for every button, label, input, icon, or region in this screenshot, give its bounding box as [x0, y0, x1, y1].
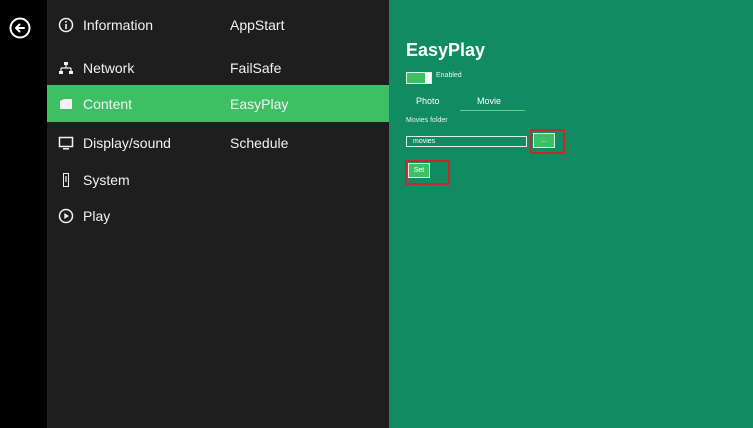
- nav-row-network: Network FailSafe: [47, 49, 389, 86]
- settings-nav: Information AppStart Network FailSafe Co…: [47, 0, 389, 428]
- set-button[interactable]: Set: [408, 163, 430, 178]
- nav-item-label: Content: [83, 95, 133, 112]
- nav-item-information[interactable]: Information: [57, 6, 153, 43]
- nav-item-label: Information: [83, 16, 154, 33]
- network-icon: [57, 59, 75, 77]
- system-icon: [57, 171, 75, 189]
- nav-row-content: Content EasyPlay: [47, 85, 389, 122]
- display-icon: [57, 134, 75, 152]
- nav-subitem-label: AppStart: [230, 16, 285, 33]
- settings-screen: Information AppStart Network FailSafe Co…: [0, 0, 753, 428]
- nav-subitem-appstart[interactable]: AppStart: [230, 6, 284, 43]
- nav-row-display-sound: Display/sound Schedule: [47, 124, 389, 161]
- nav-item-label: Network: [83, 59, 135, 76]
- active-tab-indicator: [460, 110, 525, 111]
- enabled-toggle[interactable]: [406, 72, 432, 84]
- nav-subitem-failsafe[interactable]: FailSafe: [230, 49, 281, 86]
- nav-item-network[interactable]: Network: [57, 49, 134, 86]
- easyplay-panel: EasyPlay Enabled Photo Movie Movies fold…: [389, 0, 753, 428]
- panel-title: EasyPlay: [406, 40, 486, 60]
- toggle-knob: [425, 73, 431, 83]
- nav-subitem-schedule[interactable]: Schedule: [230, 124, 288, 161]
- tab-photo[interactable]: Photo: [416, 96, 440, 106]
- nav-item-content[interactable]: Content: [57, 85, 132, 122]
- back-button[interactable]: [5, 13, 35, 43]
- browse-folder-button[interactable]: ...: [533, 133, 555, 148]
- movies-folder-input[interactable]: [406, 136, 527, 147]
- nav-subitem-easyplay[interactable]: EasyPlay: [230, 85, 288, 122]
- nav-row-information: Information AppStart: [47, 6, 389, 43]
- nav-item-play[interactable]: Play: [57, 197, 110, 234]
- nav-item-label: System: [83, 171, 130, 188]
- folder-icon: [57, 95, 75, 113]
- nav-item-label: Play: [83, 207, 111, 224]
- nav-subitem-label: Schedule: [230, 134, 289, 151]
- nav-item-system[interactable]: System: [57, 161, 130, 198]
- nav-item-display-sound[interactable]: Display/sound: [57, 124, 171, 161]
- movies-folder-label: Movies folder: [406, 117, 448, 124]
- back-arrow-icon: [9, 17, 31, 39]
- tab-movie[interactable]: Movie: [477, 96, 501, 106]
- info-icon: [57, 16, 75, 34]
- nav-row-system: System: [47, 161, 389, 198]
- nav-item-label: Display/sound: [83, 134, 171, 151]
- enabled-label: Enabled: [436, 72, 462, 79]
- play-icon: [57, 207, 75, 225]
- nav-subitem-label: EasyPlay: [230, 95, 289, 112]
- back-rail: [0, 0, 47, 428]
- nav-row-play: Play: [47, 197, 389, 234]
- nav-subitem-label: FailSafe: [230, 59, 282, 76]
